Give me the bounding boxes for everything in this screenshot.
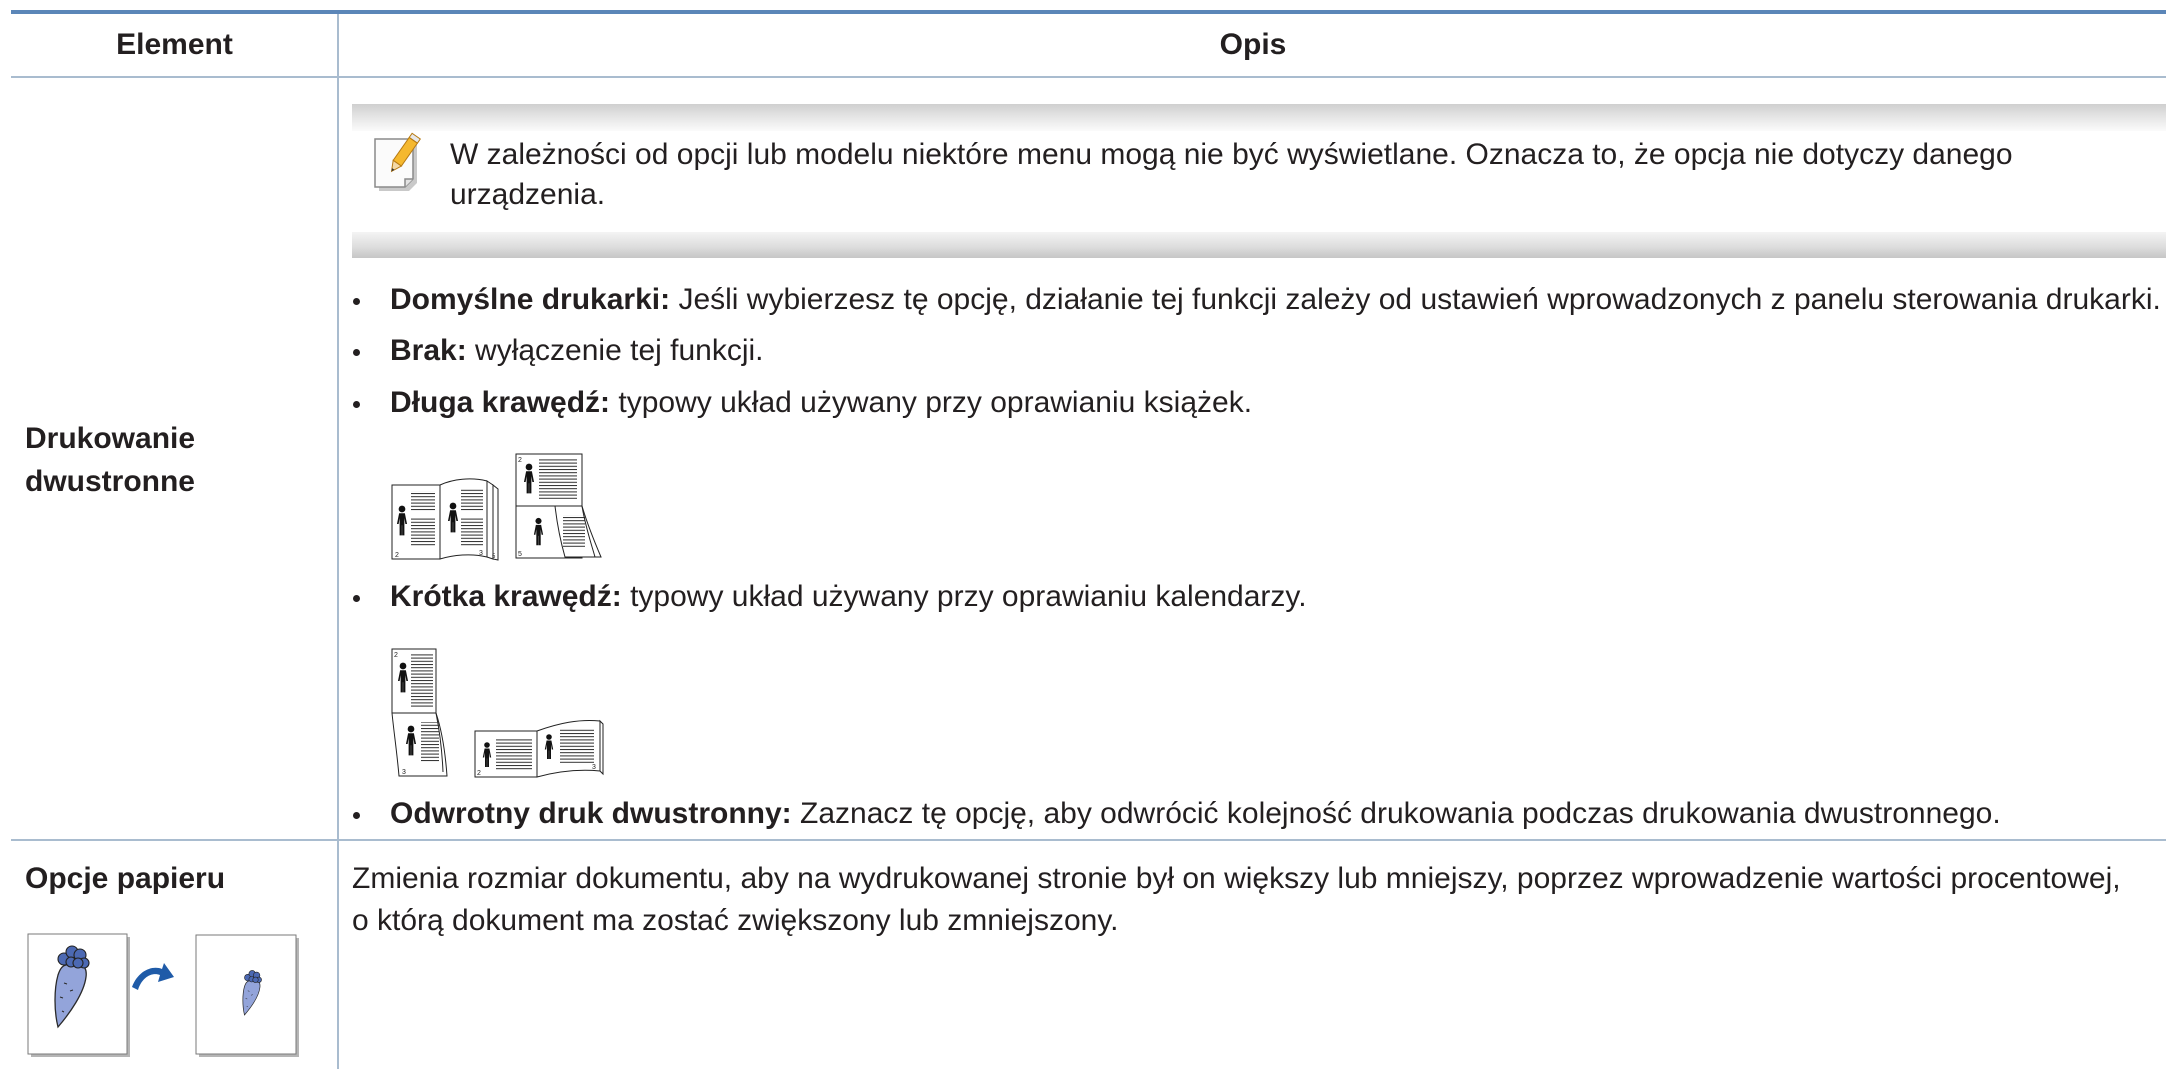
note-bottom-bar xyxy=(352,232,2166,258)
page-number-label: 2 xyxy=(518,457,522,464)
column-header-description: Opis xyxy=(1219,28,1287,61)
option-label: Krótka krawędź: xyxy=(390,580,622,613)
bullet-dot xyxy=(353,595,360,602)
row-label-duplex: Drukowanie dwustronne xyxy=(25,422,196,498)
page-number-label: 3 xyxy=(479,550,483,557)
option-description: typowy układ używany przy oprawianiu kal… xyxy=(630,580,1307,613)
bullet-dot xyxy=(353,298,360,305)
long-edge-book-illustration: 2 3 5 xyxy=(391,478,499,561)
option-description: typowy układ używany przy oprawianiu ksi… xyxy=(618,386,1253,419)
header-bottom-rule xyxy=(11,76,2166,78)
original-size-page xyxy=(27,933,130,1057)
paper-options-description: Zmienia rozmiar dokumentu, aby na wydruk… xyxy=(352,862,2121,937)
page-number-label: 2 xyxy=(394,652,398,659)
note-pencil-icon xyxy=(374,132,421,191)
row-label-paper-options: Opcje papieru xyxy=(25,862,226,895)
page-number-label: 3 xyxy=(592,764,596,771)
page-number-label: 2 xyxy=(477,770,481,777)
option-description: Zaznacz tę opcję, aby odwrócić kolejność… xyxy=(800,797,2001,830)
long-edge-flip-illustration: 2 5 xyxy=(515,453,602,559)
row-divider xyxy=(11,839,2166,841)
page-number-label: 2 xyxy=(395,552,399,559)
manual-page: Element Opis Drukowanie dwustronne W zal… xyxy=(0,0,2166,1069)
bullet-dot xyxy=(353,812,360,819)
short-edge-book-illustration: 2 3 xyxy=(474,719,604,778)
option-label: Długa krawędź: xyxy=(390,386,611,419)
scale-arrow-icon xyxy=(132,963,174,990)
page-scaling-illustration xyxy=(27,933,299,1057)
reduced-size-page xyxy=(195,934,299,1057)
page-number-label: 5 xyxy=(518,551,522,558)
option-item-reverse-duplex: Odwrotny druk dwustronny: Zaznacz tę opc… xyxy=(353,793,2166,835)
short-edge-flip-illustration: 2 3 xyxy=(391,648,448,777)
option-item-long-edge: Długa krawędź: typowy układ używany przy… xyxy=(353,382,2166,424)
option-label: Domyślne drukarki: xyxy=(390,283,671,316)
option-description: Jeśli wybierzesz tę opcję, działanie tej… xyxy=(678,283,2161,316)
option-label: Brak: xyxy=(390,334,467,367)
option-label: Odwrotny druk dwustronny: xyxy=(390,797,792,830)
option-item-printer-default: Domyślne drukarki: Jeśli wybierzesz tę o… xyxy=(353,279,2166,321)
option-item-short-edge: Krótka krawędź: typowy układ używany prz… xyxy=(353,576,2166,618)
note-text: W zależności od opcji lub modelu niektór… xyxy=(450,138,2013,211)
bullet-dot xyxy=(353,401,360,408)
option-description: wyłączenie tej funkcji. xyxy=(475,334,764,367)
column-header-element: Element xyxy=(116,28,233,61)
page-number-label: 3 xyxy=(402,769,406,776)
option-item-none: Brak: wyłączenie tej funkcji. xyxy=(353,330,2166,372)
note-top-bar xyxy=(352,104,2166,131)
bullet-dot xyxy=(353,349,360,356)
column-divider xyxy=(337,14,339,1069)
